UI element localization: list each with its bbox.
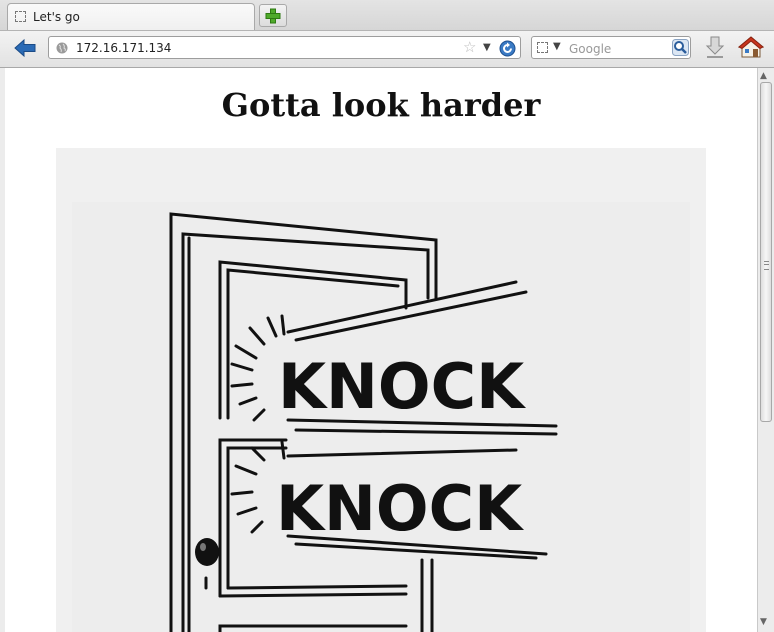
search-bar[interactable]: ▼ Google [531,36,691,59]
downloads-button[interactable] [705,35,725,63]
knock-knock-door-image: KNOCK KNOCK [56,148,706,632]
download-arrow-icon [705,36,725,58]
tab-title: Let's go [33,10,80,24]
reload-button[interactable] [499,40,516,61]
search-engine-icon[interactable] [537,42,548,53]
magnifier-icon [672,39,689,56]
bookmark-star-icon[interactable]: ☆ [463,39,476,56]
plus-icon [265,8,281,24]
knock-text-bottom: KNOCK [276,472,524,545]
home-button[interactable] [737,35,765,63]
reload-icon [499,40,516,57]
knock-text-top: KNOCK [278,350,526,423]
page-heading: Gotta look harder [221,86,541,124]
scrollbar-grip-icon [764,261,769,270]
globe-icon [56,42,68,54]
navigation-toolbar: 172.16.171.134 ☆ ▼ ▼ Google [0,31,774,68]
search-go-button[interactable] [672,39,689,60]
vertical-scrollbar[interactable]: ▲ ▼ [757,68,774,632]
new-tab-button[interactable] [259,4,287,27]
home-icon [737,36,765,58]
scrollbar-thumb[interactable] [760,82,772,422]
search-engine-chevron-down-icon[interactable]: ▼ [553,41,561,52]
url-text: 172.16.171.134 [76,41,172,55]
address-bar[interactable]: 172.16.171.134 ☆ ▼ [48,36,521,59]
door-illustration: KNOCK KNOCK [72,202,690,632]
tab-strip: Let's go [0,0,774,31]
history-dropdown-chevron-down-icon[interactable]: ▼ [483,42,491,53]
scroll-down-arrow-icon[interactable]: ▼ [760,617,767,627]
back-arrow-icon [14,38,36,58]
page-content: Gotta look harder KNOCK KNOCK [5,68,757,632]
back-button[interactable] [13,37,37,59]
scroll-up-arrow-icon[interactable]: ▲ [760,71,767,81]
tab-lets-go[interactable]: Let's go [7,3,255,30]
search-placeholder: Google [569,42,612,56]
blank-page-icon [15,11,26,22]
